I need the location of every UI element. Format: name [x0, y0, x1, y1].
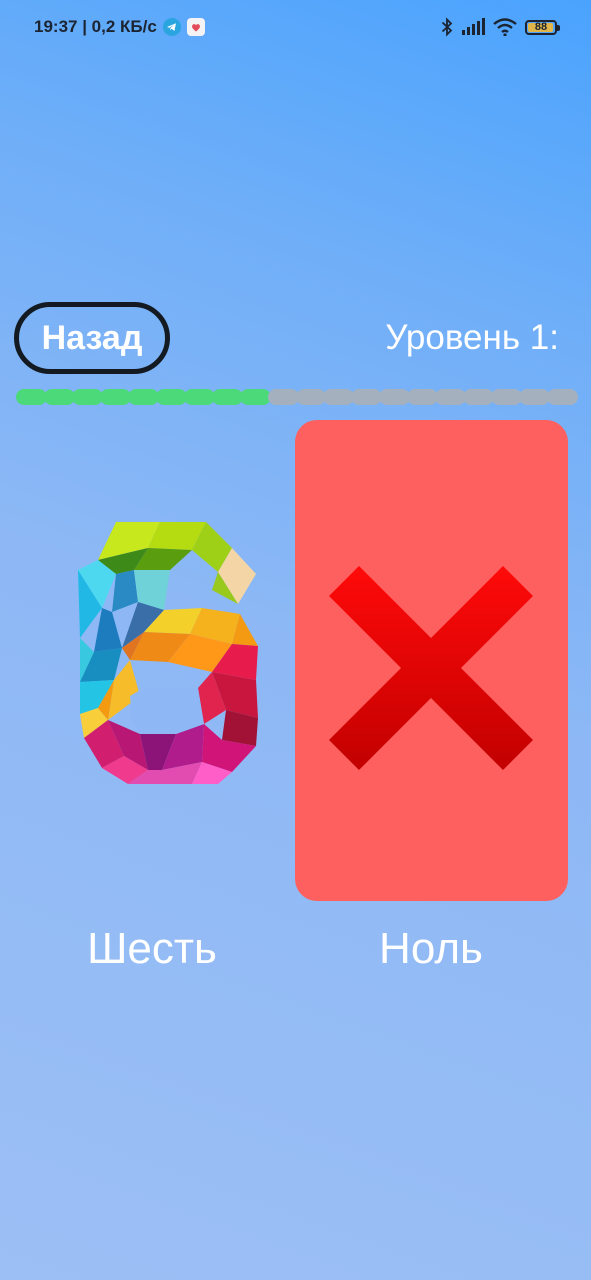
status-time-speed: 19:37 | 0,2 КБ/с [34, 17, 157, 36]
progress-segment-pending [323, 389, 355, 405]
progress-segment-complete [16, 389, 47, 405]
progress-segment-pending [491, 389, 523, 405]
progress-segment-pending [351, 389, 383, 405]
battery-level: 88 [534, 20, 548, 33]
bluetooth-icon [441, 17, 453, 37]
caption-six: Шесть [87, 924, 217, 973]
progress-segment-complete [239, 389, 271, 405]
progress-segment-complete [99, 389, 131, 405]
progress-segment-pending [295, 389, 327, 405]
signal-icon [462, 18, 485, 35]
digit-six-icon [78, 522, 258, 784]
answer-card-wrong[interactable] [295, 420, 568, 901]
cross-icon [329, 566, 533, 770]
progress-segment-complete [155, 389, 187, 405]
app-notification-icon [186, 18, 205, 36]
progress-segment-pending [407, 389, 439, 405]
progress-segment-pending [463, 389, 495, 405]
progress-segment-complete [71, 389, 103, 405]
progress-segment-pending [267, 389, 299, 405]
progress-segment-pending [435, 389, 467, 405]
battery-icon: 88 [525, 19, 560, 35]
progress-segment-complete [183, 389, 215, 405]
telegram-icon [162, 18, 181, 36]
wifi-icon [493, 18, 517, 36]
progress-segment-pending [547, 389, 579, 405]
status-left: 19:37 | 0,2 КБ/с [34, 14, 205, 40]
progress-segment-pending [519, 389, 551, 405]
progress-segment-complete [43, 389, 75, 405]
progress-segment-complete [211, 389, 243, 405]
back-button[interactable]: Назад [14, 302, 170, 374]
status-right: 88 [441, 14, 560, 40]
status-bar: 19:37 | 0,2 КБ/с 88 [0, 0, 591, 56]
level-progress-bar [16, 389, 579, 405]
progress-segment-pending [379, 389, 411, 405]
caption-zero: Ноль [379, 924, 483, 973]
level-label: Уровень 1: [385, 318, 559, 357]
progress-segment-complete [127, 389, 159, 405]
battery-tip [557, 24, 560, 31]
